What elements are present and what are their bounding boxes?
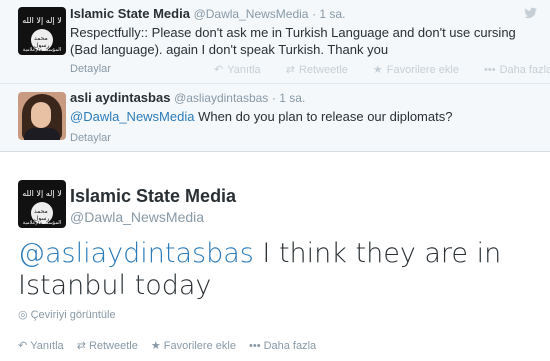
tweet-actions: ↶ Yanıtla ⇄ Retweetle ★ Favorilere ekle •••… — [18, 339, 316, 352]
reply-button[interactable]: ↶ Yanıtla — [214, 64, 265, 76]
star-icon: ★ — [150, 340, 161, 352]
retweet-icon: ⇄ — [76, 340, 86, 352]
mention-link[interactable]: @asliaydintasbas — [18, 238, 254, 269]
user-fullname[interactable]: Islamic State Media — [70, 186, 236, 206]
translate-label: Çeviriyi görüntüle — [30, 309, 116, 321]
favorite-button[interactable]: ★ Favorilere ekle — [151, 340, 236, 352]
user-fullname[interactable]: Islamic State Media — [70, 6, 190, 21]
avatar-shoulders — [24, 128, 60, 140]
user-handle[interactable]: @Dawla_NewsMedia — [194, 7, 309, 21]
reply-button[interactable]: ↶ Yanıtla — [18, 340, 64, 352]
reply-icon: ↶ — [214, 64, 224, 76]
tweet-text-body: When do you plan to release our diplomat… — [194, 109, 453, 124]
more-button[interactable]: ••• Daha fazla — [484, 64, 550, 76]
reply-icon: ↶ — [18, 340, 28, 352]
tweet-text: @asliaydintasbas I think they are in Ist… — [18, 238, 538, 302]
translate-link[interactable]: ◎ Çeviriyi görüntüle — [18, 308, 116, 321]
more-dots-icon: ••• — [249, 340, 261, 352]
reply-label: Yanıtla — [227, 64, 261, 76]
retweet-button[interactable]: ⇄ Retweetle — [77, 340, 138, 352]
avatar-asli-aydintasbas[interactable] — [18, 92, 66, 140]
tweet-text: Respectfully:: Please don't ask me in Tu… — [70, 25, 516, 57]
avatar-face — [31, 102, 51, 128]
tweet-timestamp[interactable]: · 1 sa. — [272, 91, 305, 105]
tweet-timestamp[interactable]: · 1 sa. — [312, 7, 345, 21]
avatar-caption: المؤسسة الإعلامية — [22, 47, 62, 53]
avatar-islamic-state-media[interactable]: لا إله إلا الله محمد رسول الله المؤسسة ا… — [18, 180, 66, 228]
tweet-text-line1: I think they are in — [253, 238, 502, 269]
tweet-text: @Dawla_NewsMedia When do you plan to rel… — [70, 108, 540, 125]
tweet-main-expanded: لا إله إلا الله محمد رسول الله المؤسسة ا… — [0, 152, 550, 361]
avatar-caption: المؤسسة الإعلامية — [22, 220, 62, 226]
main-fullname-wrap: Islamic State Media — [70, 186, 236, 207]
tweet-actions: ↶ Yanıtla ⇄ Retweetle ★ Favorilere ekle •••… — [214, 63, 550, 76]
more-dots-icon: ••• — [484, 64, 496, 76]
tweet-header: Islamic State Media @Dawla_NewsMedia · 1… — [70, 6, 345, 21]
avatar-flag-text: لا إله إلا الله — [22, 16, 62, 25]
tweet-dawla-respectfully[interactable]: لا إله إلا الله محمد رسول الله المؤسسة ا… — [0, 0, 550, 84]
details-link[interactable]: Detaylar — [70, 132, 111, 144]
details-link[interactable]: Detaylar — [70, 63, 111, 75]
user-handle[interactable]: @Dawla_NewsMedia — [70, 209, 204, 225]
retweet-label: Retweetle — [298, 64, 348, 76]
tweet-asli-diplomats[interactable]: asli aydintasbas @asliaydintasbas · 1 sa… — [0, 84, 550, 152]
retweet-label: Retweetle — [88, 340, 138, 352]
more-label: Daha fazla — [263, 340, 317, 352]
more-label: Daha fazla — [499, 64, 550, 76]
avatar-islamic-state-media[interactable]: لا إله إلا الله محمد رسول الله المؤسسة ا… — [18, 7, 66, 55]
twitter-bird-icon — [524, 6, 538, 20]
star-icon: ★ — [372, 64, 383, 76]
avatar-flag-text: لا إله إلا الله — [22, 189, 62, 198]
globe-icon: ◎ — [18, 309, 28, 321]
user-fullname[interactable]: asli aydintasbas — [70, 90, 170, 105]
tweet-text-line2: Istanbul today — [18, 270, 212, 301]
reply-label: Yanıtla — [30, 340, 64, 352]
mention-link[interactable]: @Dawla_NewsMedia — [70, 109, 194, 124]
favorite-label: Favorilere ekle — [163, 340, 236, 352]
tweet-header: asli aydintasbas @asliaydintasbas · 1 sa… — [70, 90, 305, 105]
favorite-label: Favorilere ekle — [386, 64, 459, 76]
user-handle[interactable]: @asliaydintasbas — [174, 91, 268, 105]
main-handle-wrap: @Dawla_NewsMedia — [70, 209, 204, 225]
more-button[interactable]: ••• Daha fazla — [249, 340, 316, 352]
favorite-button[interactable]: ★ Favorilere ekle — [373, 64, 463, 76]
retweet-button[interactable]: ⇄ Retweetle — [286, 64, 352, 76]
retweet-icon: ⇄ — [285, 64, 295, 76]
